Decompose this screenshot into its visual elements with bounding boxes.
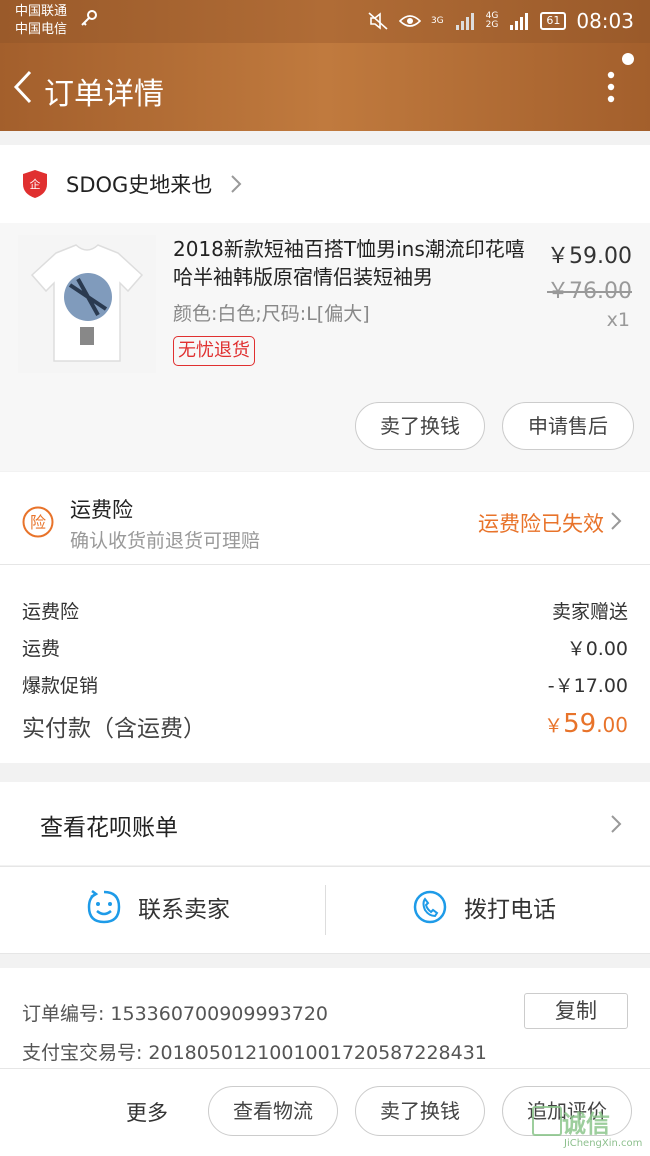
chevron-right-icon [611,512,622,530]
product-original-price: ￥76.00 [547,279,632,304]
alipay-number-value: 2018050121001001720587228431 [148,1042,487,1064]
net-bottom-label: 2G [485,20,499,30]
cost-row: 运费 ￥0.00 [22,634,628,661]
order-number-label: 订单编号: [22,1003,105,1025]
total-amount: ￥59.00 [544,709,628,739]
order-info: 订单编号: 153360700909993720 支付宝交易号: 201805012… [0,968,650,1068]
product-spec: 颜色:白色;尺码:L[偏大] [173,303,370,325]
insurance-status: 运费险已失效 [478,512,604,536]
more-vertical-icon[interactable] [606,67,616,107]
eye-icon [398,15,421,27]
order-number-value: 153360700909993720 [110,1003,328,1025]
alipay-number-label: 支付宝交易号: [22,1042,143,1064]
insurance-title: 运费险 [70,498,133,522]
product-price: ￥59.00 [547,244,632,269]
watermark-sub: JiChengXin.com [564,1138,643,1149]
watermark-box [532,1106,562,1136]
huabei-label[interactable]: 查看花呗账单 [40,808,178,842]
copy-button[interactable]: 复制 [524,993,628,1029]
carrier-2: 中国电信 [15,22,68,37]
signal-icon [455,13,474,30]
cost-label: 运费 [22,638,61,660]
cost-breakdown: 运费险 卖家赠送 运费 ￥0.00 爆款促销 -￥17.00 实付款（含运费） … [0,565,650,763]
clock: 08:03 [576,9,634,33]
cost-row: 爆款促销 -￥17.00 [22,671,628,698]
total-decimal: .00 [596,713,628,737]
total-currency: ￥ [544,715,564,737]
store-shield-icon: 企 [23,170,47,198]
signal-icon-2 [510,13,529,30]
worry-free-return-tag: 无忧退货 [173,336,255,366]
store-row[interactable]: 企 SDOG史地来也 [0,145,650,223]
store-name[interactable]: SDOG史地来也 [66,169,212,199]
notification-dot [622,53,634,65]
total-row: 实付款（含运费） ￥59.00 [22,709,628,743]
call-phone-button[interactable]: 拨打电话 [412,889,556,925]
sell-for-cash-button-bottom[interactable]: 卖了换钱 [355,1086,485,1136]
page-title: 订单详情 [44,77,164,112]
cost-label: 爆款促销 [22,675,99,697]
total-integer: 59 [563,709,597,739]
cost-label: 运费险 [22,601,80,623]
cost-value: 卖家赠送 [551,601,628,623]
mute-icon [368,12,388,30]
chevron-right-icon [611,815,622,833]
product-thumbnail[interactable] [18,235,156,373]
contact-seller-button[interactable]: 联系卖家 [86,889,230,925]
tshirt-image [18,235,156,373]
chevron-right-icon [231,175,242,193]
watermark-text: 诚信 [562,1110,610,1138]
carrier-info: 中国联通 中国电信 [15,3,67,39]
carrier-1: 中国联通 [15,4,68,19]
status-bar: 中国联通 中国电信 3G 4G 2G 61 08:03 [0,0,650,43]
back-arrow-icon[interactable] [12,69,34,105]
more-button[interactable]: 更多 [126,1097,168,1127]
app-header: 订单详情 [0,43,650,131]
net-3g-label: 3G [430,15,444,26]
product-item[interactable]: 2018新款短袖百搭T恤男ins潮流印花嘻哈半袖韩版原宿情侣装短袖男 ￥59.0… [0,223,650,471]
total-label: 实付款（含运费） [22,716,206,742]
view-logistics-button[interactable]: 查看物流 [208,1086,338,1136]
network-type: 4G 2G [486,12,499,30]
order-number-row: 订单编号: 153360700909993720 [22,999,328,1026]
contact-seller-label: 联系卖家 [138,897,230,923]
product-quantity: x1 [606,309,630,331]
sell-for-cash-button[interactable]: 卖了换钱 [355,402,485,450]
contact-bar: 联系卖家 拨打电话 [0,866,650,954]
store-logo-text: 企 [30,177,41,191]
alipay-number-row: 支付宝交易号: 2018050121001001720587228431 [22,1038,487,1065]
cost-value: -￥17.00 [547,675,628,697]
product-title[interactable]: 2018新款短袖百搭T恤男ins潮流印花嘻哈半袖韩版原宿情侣装短袖男 [173,235,533,291]
key-icon [81,10,97,26]
insurance-icon-text: 险 [30,513,46,532]
call-phone-label: 拨打电话 [464,897,556,923]
battery-icon: 61 [540,12,567,30]
watermark-logo: 诚信 JiChengXin.com [532,1100,650,1155]
huabei-bill-row[interactable]: 查看花呗账单 [0,782,650,865]
insurance-subtitle: 确认收货前退货可理赔 [70,530,261,552]
after-sale-button[interactable]: 申请售后 [502,402,634,450]
phone-icon [413,890,447,924]
insurance-icon: 险 [22,506,54,538]
network-3g: 3G [430,15,444,26]
chat-smile-icon [87,890,121,924]
shipping-insurance-row[interactable]: 险 运费险 确认收货前退货可理赔 运费险已失效 [0,472,650,565]
status-icons: 3G 4G 2G 61 08:03 [367,8,634,34]
divider [325,885,326,935]
cost-row: 运费险 卖家赠送 [22,597,628,624]
cost-value: ￥0.00 [566,638,628,660]
